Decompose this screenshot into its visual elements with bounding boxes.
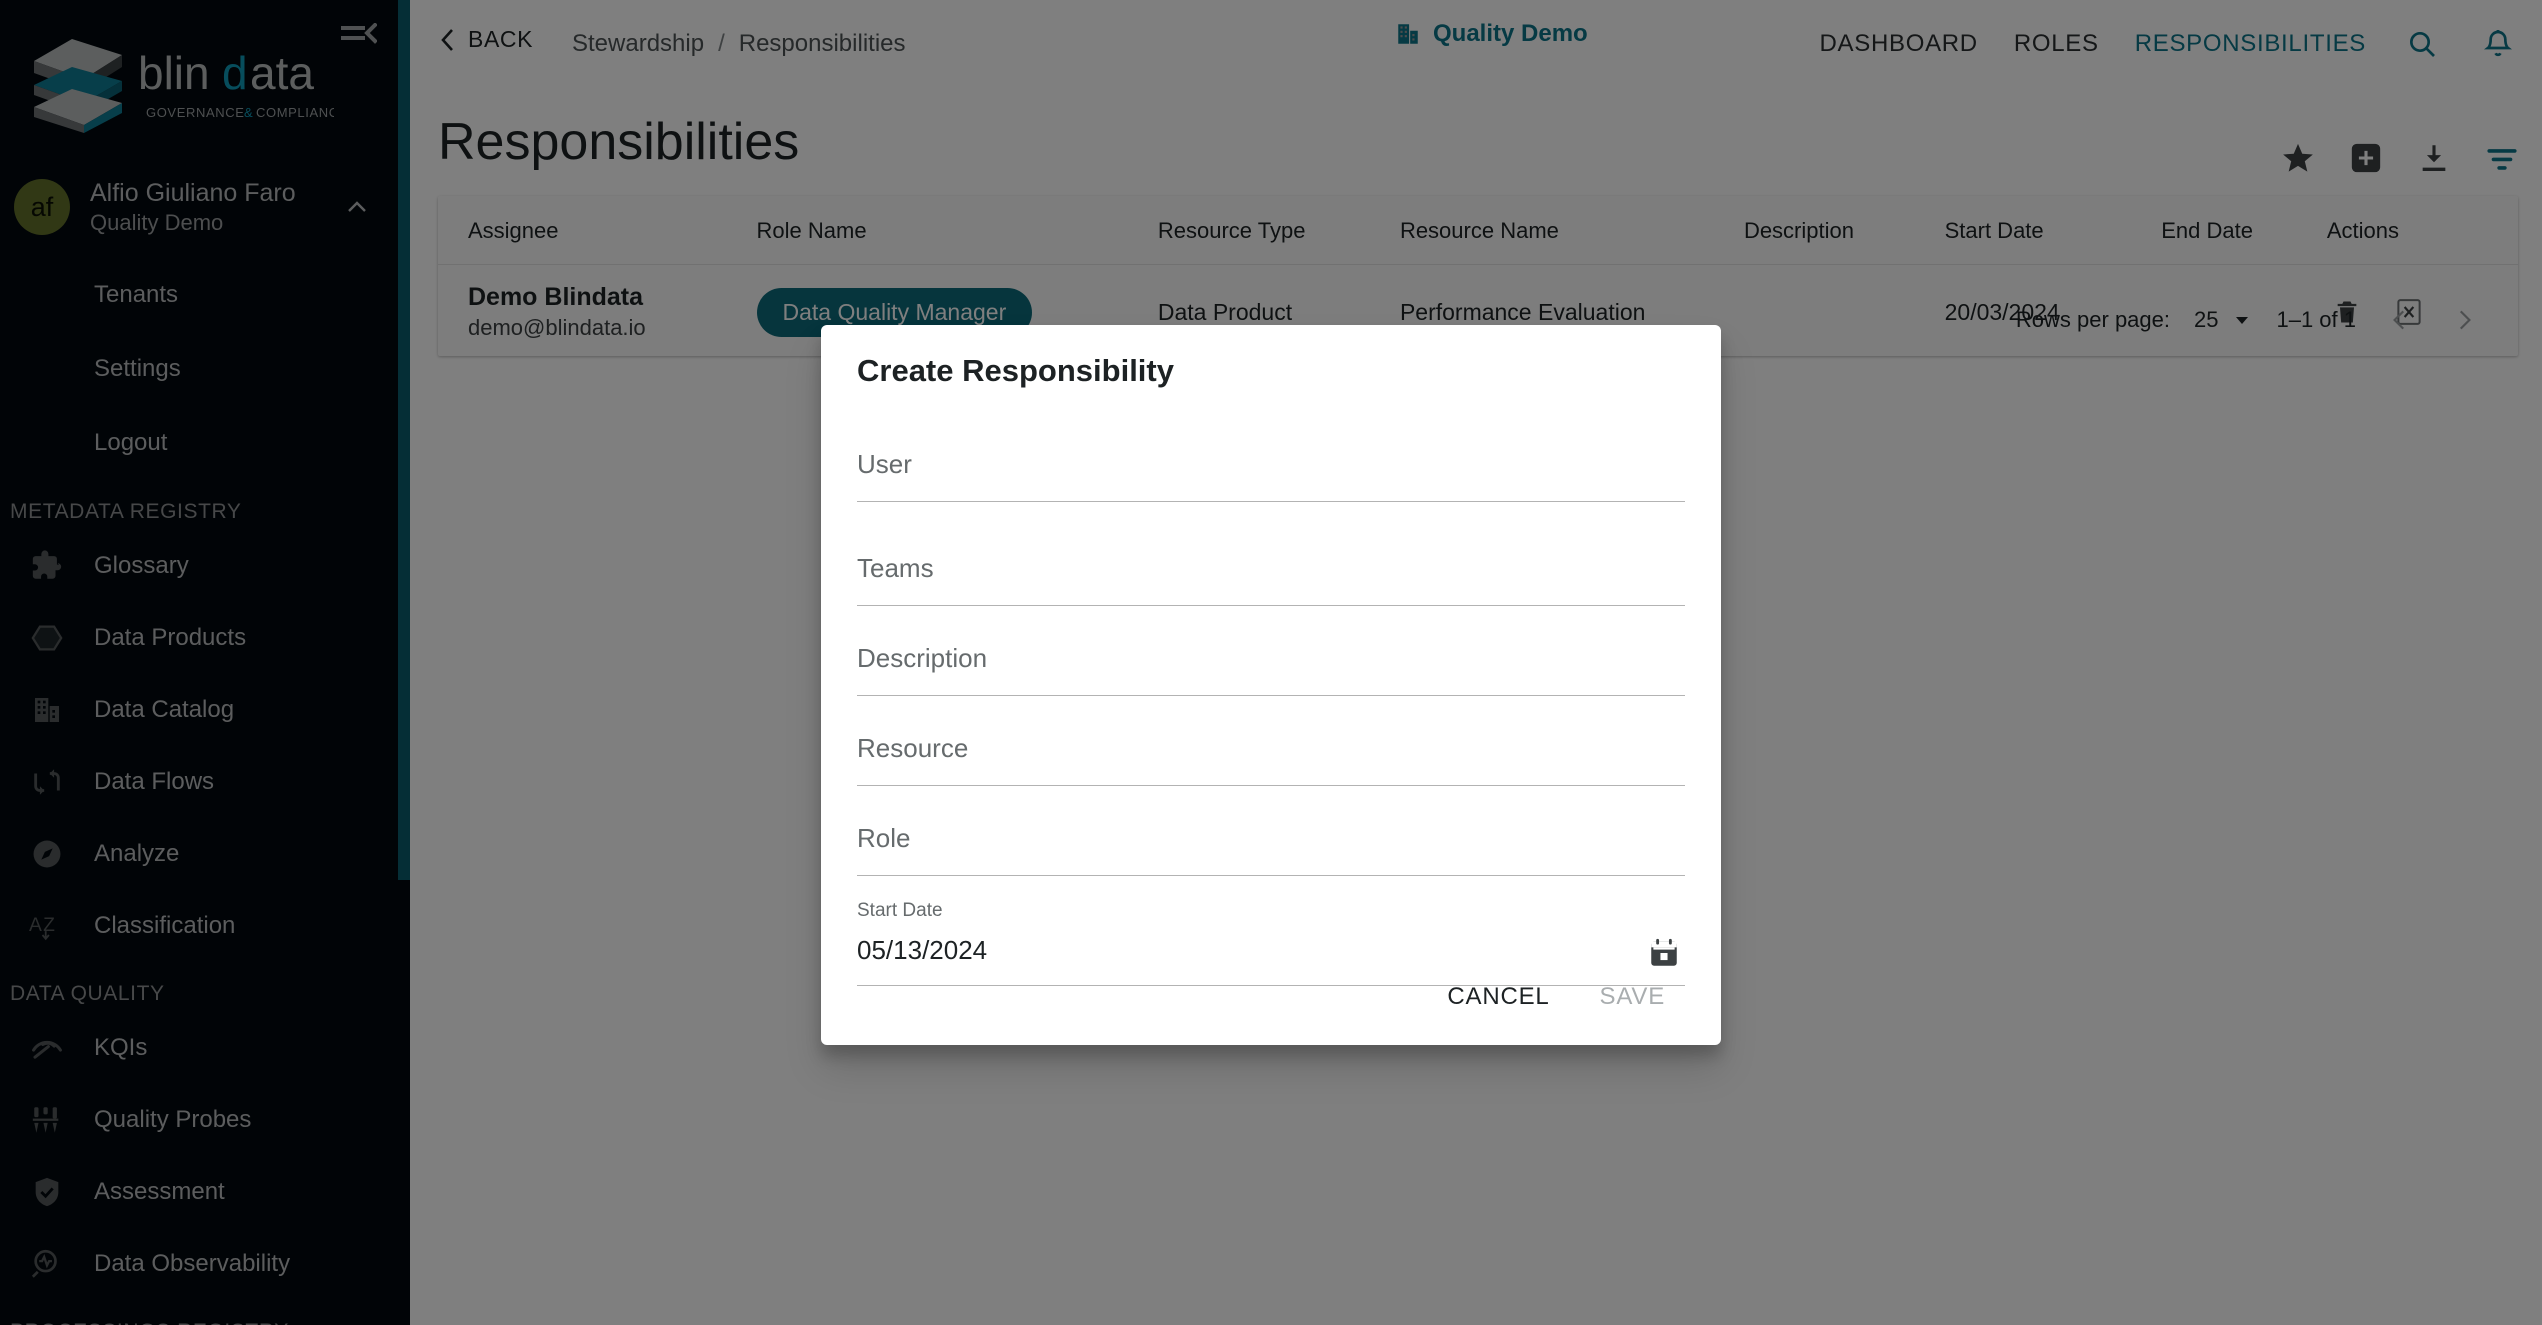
resource-field[interactable]: Resource bbox=[857, 714, 1685, 786]
start-date-label: Start Date bbox=[857, 900, 943, 921]
description-field[interactable]: Description bbox=[857, 624, 1685, 696]
start-date-value: 05/13/2024 bbox=[857, 935, 988, 965]
user-field[interactable]: User bbox=[857, 430, 1685, 502]
role-field[interactable]: Role bbox=[857, 804, 1685, 876]
resource-field-placeholder: Resource bbox=[857, 733, 969, 763]
app-root: blin d ata GOVERNANCE & COMPLIANCE af Al… bbox=[0, 0, 2542, 1325]
field-underline bbox=[857, 501, 1685, 502]
user-field-placeholder: User bbox=[857, 449, 912, 479]
role-field-placeholder: Role bbox=[857, 823, 911, 853]
cancel-button[interactable]: CANCEL bbox=[1425, 969, 1571, 1025]
dialog-form: User Teams Description Resource Role Sta… bbox=[857, 430, 1685, 986]
save-button[interactable]: SAVE bbox=[1578, 969, 1687, 1025]
teams-field[interactable]: Teams bbox=[857, 534, 1685, 606]
teams-field-placeholder: Teams bbox=[857, 553, 934, 583]
dialog-actions: CANCEL SAVE bbox=[1425, 969, 1687, 1025]
calendar-icon[interactable] bbox=[1647, 936, 1681, 970]
field-underline bbox=[857, 785, 1685, 786]
field-underline bbox=[857, 875, 1685, 876]
description-field-placeholder: Description bbox=[857, 643, 988, 673]
dialog-title: Create Responsibility bbox=[857, 353, 1174, 388]
field-underline bbox=[857, 605, 1685, 606]
create-responsibility-dialog: Create Responsibility User Teams Descrip… bbox=[821, 325, 1721, 1045]
field-underline bbox=[857, 695, 1685, 696]
